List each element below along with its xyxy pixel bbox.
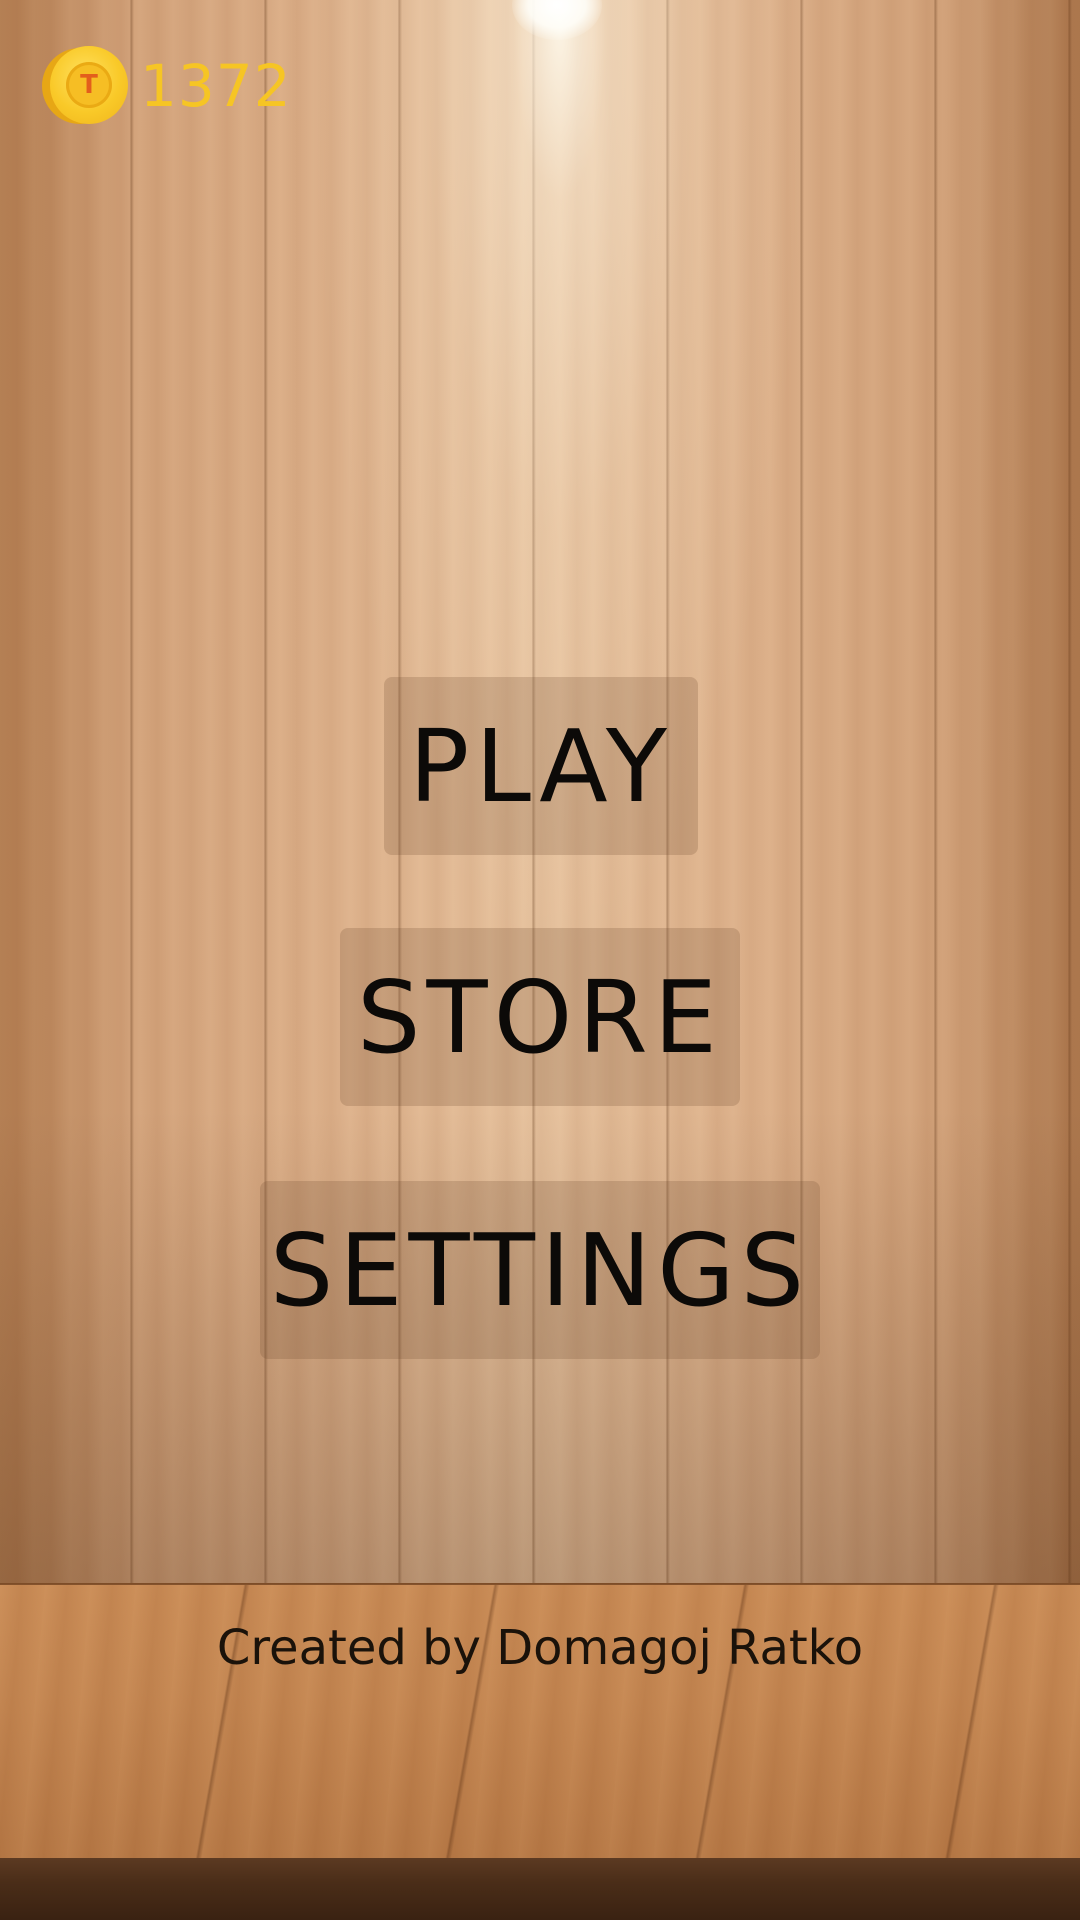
coin-icon: T — [42, 46, 128, 126]
settings-button[interactable]: SETTINGS — [260, 1181, 820, 1359]
shelf-front — [0, 1858, 1080, 1920]
credit-text: Created by Domagoj Ratko — [216, 1620, 864, 1676]
coin-symbol: T — [66, 62, 112, 108]
coin-counter: T 1372 — [42, 46, 292, 126]
coin-count: 1372 — [140, 52, 292, 120]
store-button[interactable]: STORE — [340, 928, 740, 1106]
play-button[interactable]: PLAY — [384, 677, 698, 855]
